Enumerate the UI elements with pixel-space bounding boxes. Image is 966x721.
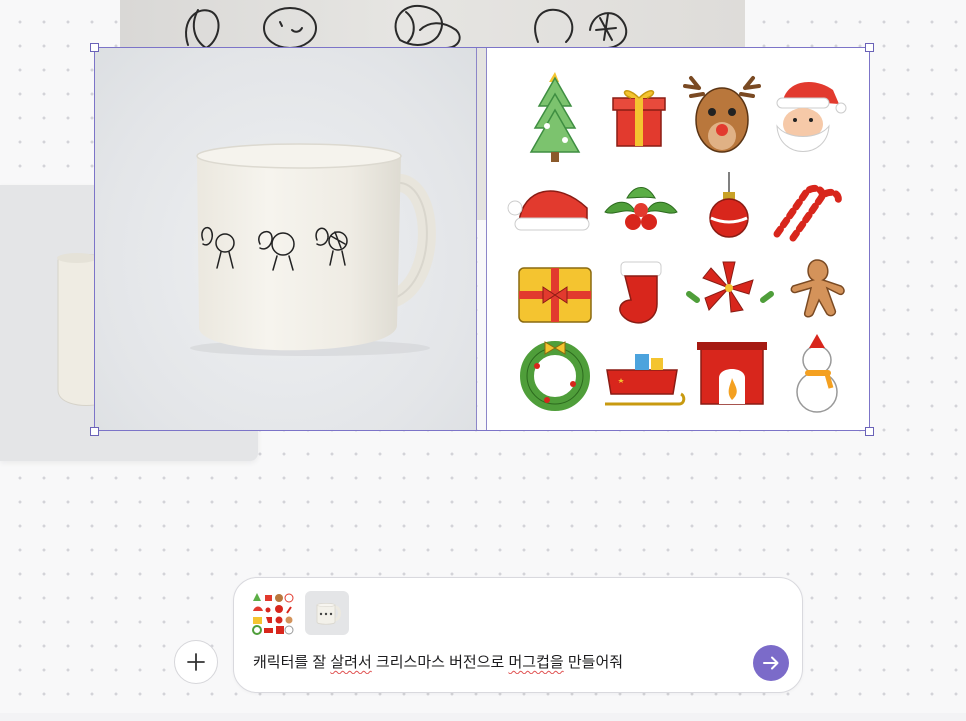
add-button[interactable] — [174, 640, 218, 684]
prompt-input[interactable]: 캐릭터를 잘 살려서 크리스마스 버전으로 머그컵을 만들어줘 — [253, 652, 743, 674]
prompt-text-1: 캐릭터를 잘 — [253, 654, 331, 671]
fireplace-icon — [697, 342, 767, 405]
snowman-icon — [796, 334, 838, 413]
prompt-composer: 캐릭터를 잘 살려서 크리스마스 버전으로 머그컵을 만들어줘 — [233, 577, 803, 693]
bottom-edge — [0, 713, 966, 721]
prompt-text-2-misspelled: 살려서 — [330, 654, 372, 671]
mug-thumbnail — [316, 603, 341, 625]
attachment-thumbnail-stickers[interactable] — [251, 591, 295, 635]
send-button[interactable] — [753, 645, 789, 681]
holly-icon — [604, 187, 678, 230]
prompt-text-4-misspelled: 머그컵을 — [508, 654, 564, 671]
sticker-grid — [507, 72, 847, 413]
resize-handle-bottom-left[interactable] — [90, 427, 99, 436]
ornament-icon — [709, 172, 749, 238]
attachment-thumbnail-mug[interactable] — [305, 591, 349, 635]
gingerbread-man-icon — [790, 259, 845, 318]
resize-handle-top-left[interactable] — [90, 43, 99, 52]
poinsettia-icon — [686, 261, 774, 313]
mug-photo-image[interactable] — [94, 47, 477, 431]
candy-canes-icon — [773, 184, 842, 242]
reindeer-icon — [683, 76, 761, 153]
sticker-sheet-thumbnail — [252, 593, 294, 635]
resize-handle-top-right[interactable] — [865, 43, 874, 52]
christmas-tree-icon — [529, 72, 581, 162]
mug-illustration — [190, 143, 436, 356]
christmas-stickers-image[interactable] — [486, 47, 870, 431]
santa-hat-icon — [507, 190, 590, 231]
plus-icon — [187, 653, 205, 671]
prompt-text-5: 만들어줘 — [563, 654, 624, 671]
santa-face-icon — [776, 81, 847, 152]
sleigh-icon — [605, 354, 686, 406]
prompt-text-3: 크리스마스 버전으로 — [371, 654, 509, 671]
arrow-right-icon — [763, 656, 779, 670]
wrapped-present-icon — [518, 267, 592, 323]
resize-handle-bottom-right[interactable] — [865, 427, 874, 436]
wreath-icon — [520, 341, 590, 411]
gift-box-icon — [612, 90, 666, 147]
stocking-icon — [619, 261, 662, 324]
